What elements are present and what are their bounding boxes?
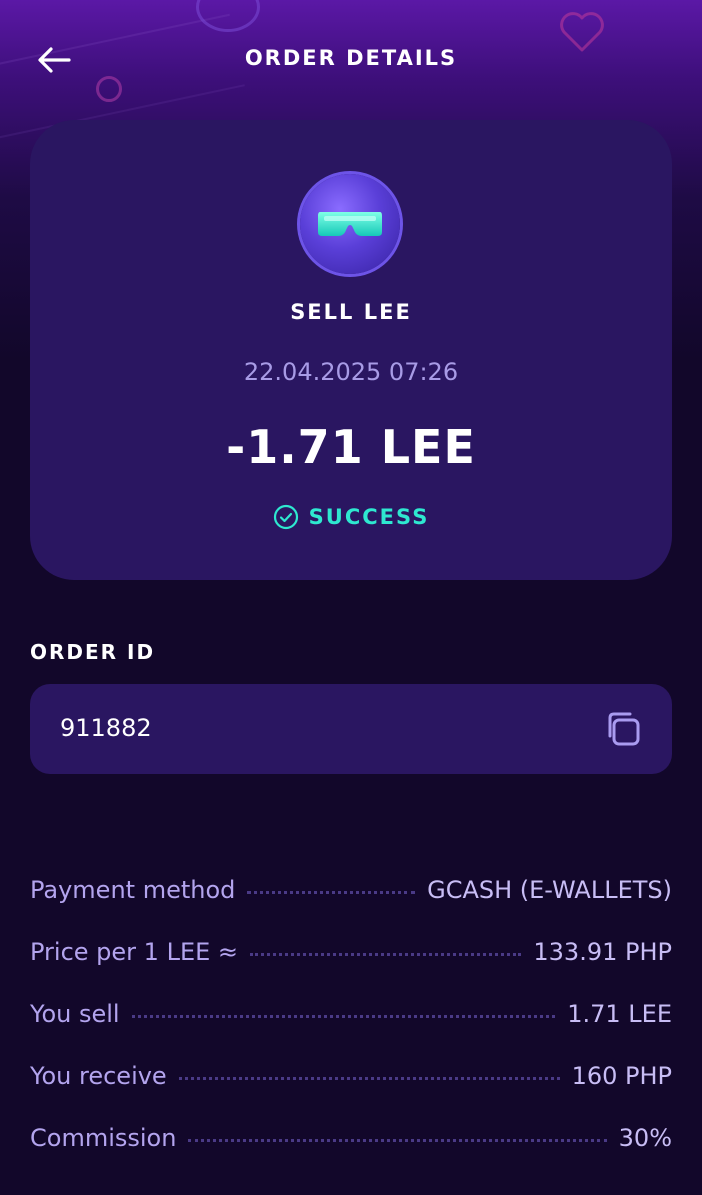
token-avatar [300,174,400,274]
detail-value: GCASH (E-WALLETS) [427,876,672,904]
dotted-leader [131,1015,556,1018]
copy-button[interactable] [602,708,646,752]
detail-label: You sell [30,1000,120,1028]
detail-value: 30% [618,1124,672,1152]
dotted-leader [188,1139,607,1142]
detail-row-commission: Commission 30% [30,1090,672,1152]
detail-row-you-sell: You sell 1.71 LEE [30,966,672,1028]
status-text: SUCCESS [308,505,430,529]
detail-label: You receive [30,1062,167,1090]
dotted-leader [250,953,522,956]
detail-label: Price per 1 LEE ≈ [30,938,239,966]
dotted-leader [247,891,416,894]
detail-value: 1.71 LEE [567,1000,672,1028]
order-amount: -1.71 LEE [226,420,476,474]
detail-row-price: Price per 1 LEE ≈ 133.91 PHP [30,904,672,966]
order-type-label: SELL LEE [290,300,412,324]
detail-row-payment-method: Payment method GCASH (E-WALLETS) [30,842,672,904]
goggles-icon [318,212,382,236]
page-title: ORDER DETAILS [244,46,458,70]
copy-icon [608,712,640,746]
detail-label: Commission [30,1124,177,1152]
top-bar: ORDER DETAILS [0,0,702,120]
order-summary-card: SELL LEE 22.04.2025 07:26 -1.71 LEE SUCC… [30,120,672,580]
detail-value: 133.91 PHP [533,938,672,966]
order-date: 22.04.2025 07:26 [243,358,459,386]
dotted-leader [178,1077,560,1080]
order-details-list: Payment method GCASH (E-WALLETS) Price p… [30,842,672,1152]
detail-value: 160 PHP [571,1062,672,1090]
detail-label: Payment method [30,876,236,904]
status-badge: SUCCESS [30,504,672,530]
order-id-label: ORDER ID [30,640,156,664]
order-id-value: 911882 [60,714,152,742]
check-circle-icon [273,504,298,530]
order-id-field: 911882 [30,684,672,774]
detail-row-you-receive: You receive 160 PHP [30,1028,672,1090]
